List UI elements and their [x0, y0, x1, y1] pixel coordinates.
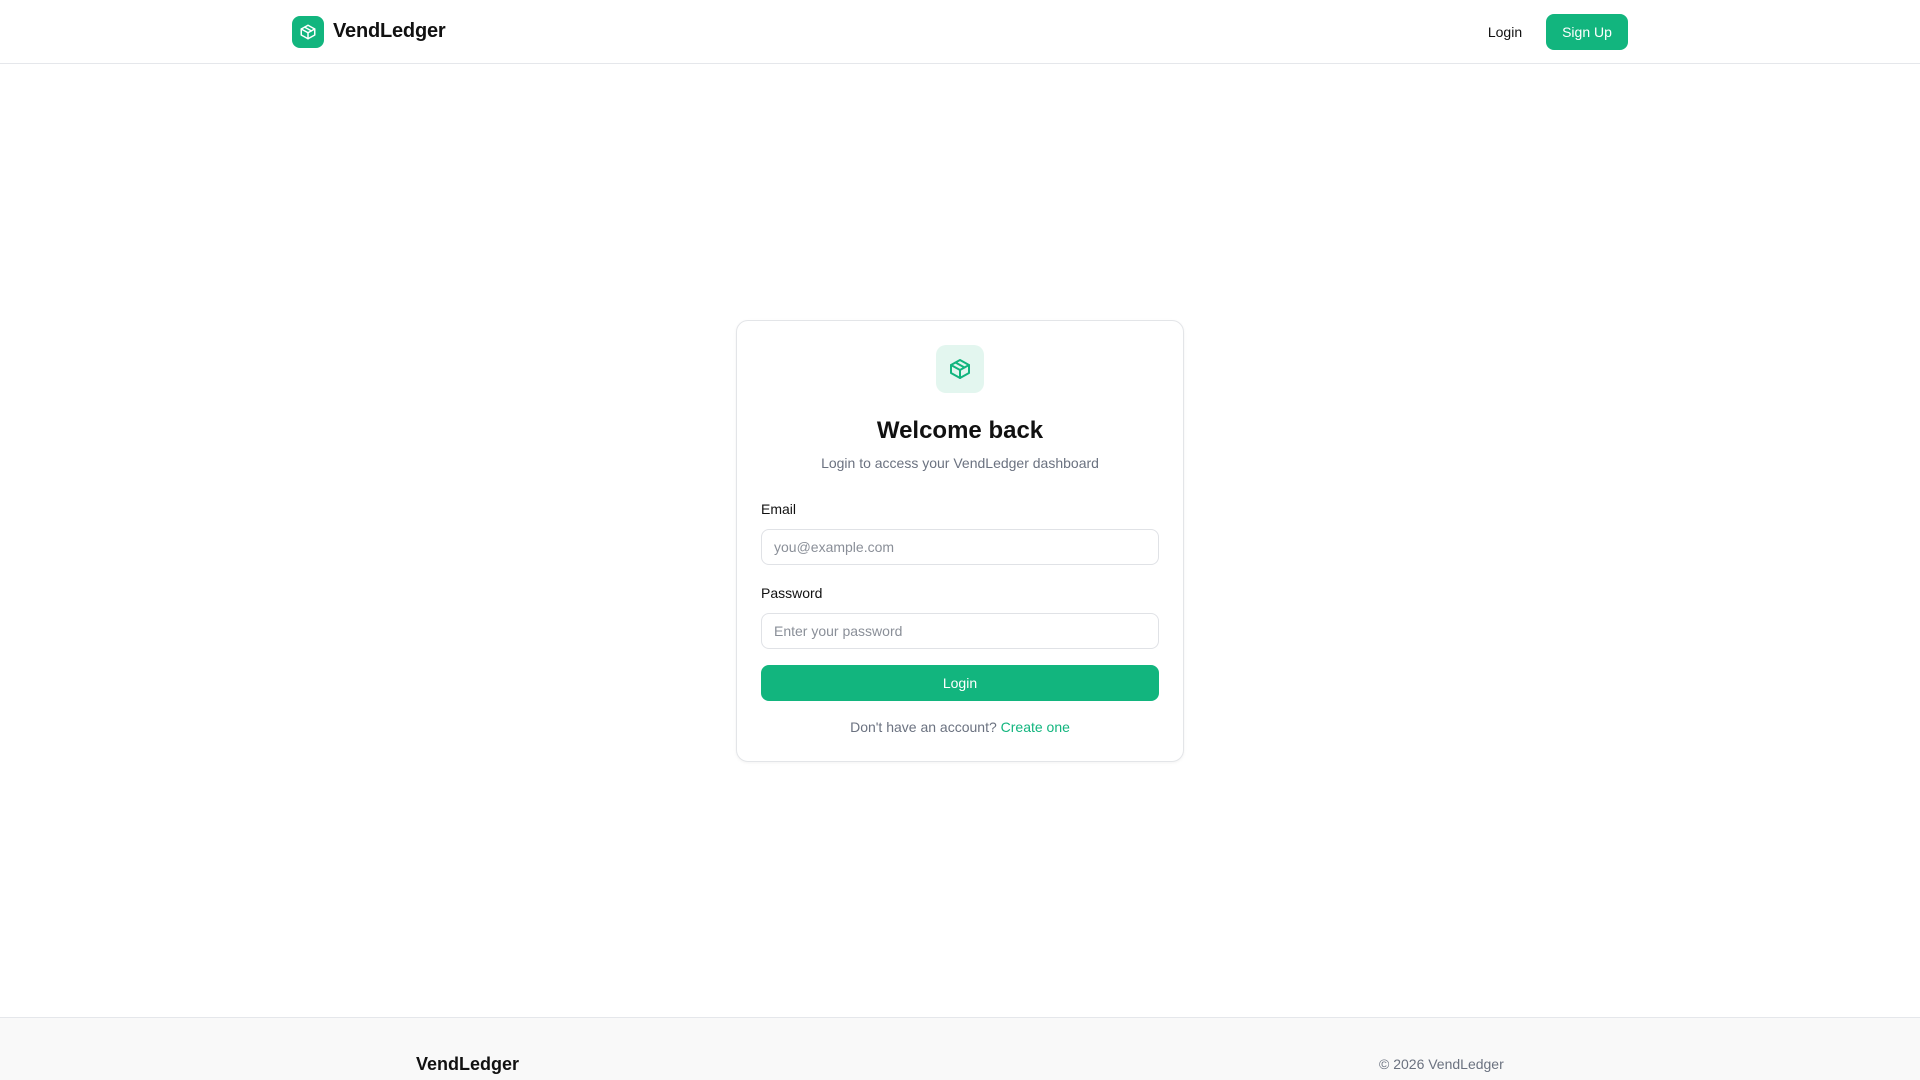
package-icon: [292, 15, 324, 48]
footer: VendLedger © 2026 VendLedger: [0, 1017, 1920, 1080]
login-card: Welcome back Login to access your VendLe…: [736, 320, 1184, 762]
footer-brand: VendLedger: [416, 1054, 520, 1074]
signup-prompt: Don't have an account? Create one: [737, 719, 1183, 735]
page-title: Welcome back: [876, 417, 1044, 444]
brand-name: VendLedger: [333, 20, 446, 42]
create-account-link[interactable]: Create one: [1001, 719, 1070, 735]
email-label: Email: [761, 501, 797, 517]
password-field[interactable]: [761, 613, 1159, 649]
page-subtitle: Login to access your VendLedger dashboar…: [821, 455, 1099, 471]
top-nav: VendLedger Login Sign Up: [0, 0, 1920, 64]
password-label: Password: [761, 585, 823, 601]
no-account-text: Don't have an account?: [850, 719, 997, 735]
brand-logo[interactable]: VendLedger: [292, 15, 446, 48]
nav-signup-button[interactable]: Sign Up: [1546, 14, 1628, 50]
nav-login-button[interactable]: Login: [1476, 14, 1534, 50]
package-icon: [936, 345, 984, 393]
login-submit-button[interactable]: Login: [761, 665, 1159, 701]
email-field[interactable]: [761, 529, 1159, 565]
footer-copyright: © 2026 VendLedger: [1379, 1056, 1504, 1072]
